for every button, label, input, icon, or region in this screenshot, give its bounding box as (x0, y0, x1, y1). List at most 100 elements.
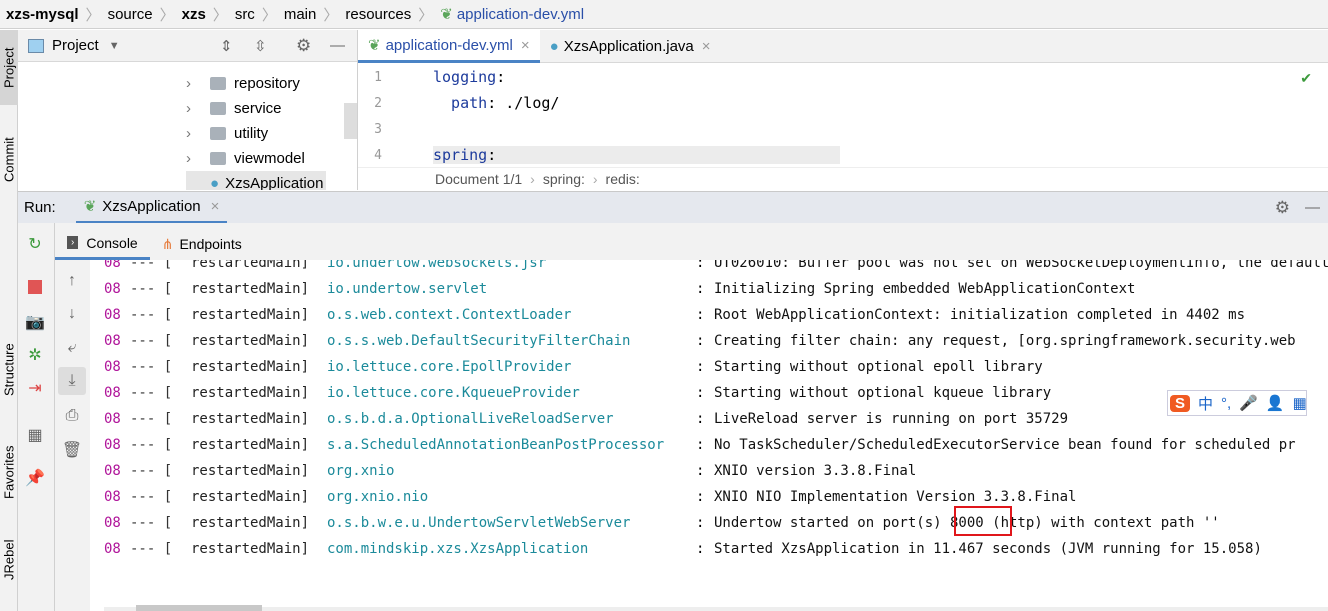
doc-crumb[interactable]: spring: (543, 171, 585, 187)
log-sep: --- [ (130, 463, 173, 479)
project-panel: Project ▼ ⇕ ⇳ ⚙ — › repository › service ›… (18, 30, 358, 190)
crumb-project[interactable]: xzs-mysql (6, 6, 79, 23)
chevron-right-icon[interactable]: › (186, 125, 198, 142)
log-thread: restartedMain] (191, 515, 310, 531)
tool-project[interactable]: Project (0, 30, 18, 105)
close-icon[interactable]: × (702, 38, 711, 55)
debug-icon[interactable]: ✲ (24, 344, 46, 366)
log-line: 08 --- [restartedMain] io.undertow.websock… (90, 260, 1328, 276)
doc-crumb[interactable]: Document 1/1 (435, 171, 522, 187)
rerun-icon[interactable]: ↻ (24, 233, 46, 255)
chevron-right-icon[interactable]: › (186, 150, 198, 167)
layout-icon[interactable]: ▦ (24, 424, 46, 446)
doc-crumb[interactable]: redis: (606, 171, 640, 187)
tool-commit[interactable]: Commit (0, 120, 18, 200)
close-icon[interactable]: × (211, 198, 220, 215)
crumb-src[interactable]: src (235, 6, 255, 23)
arrow-down-icon[interactable]: ↓ (61, 303, 83, 325)
crumb-xzs[interactable]: xzs (182, 6, 206, 23)
tab-application-dev-yml[interactable]: ❦ application-dev.yml × (358, 30, 540, 63)
log-message: Starting without optional epoll library (714, 359, 1043, 375)
soft-wrap-icon[interactable]: ⤶ (61, 337, 83, 359)
log-sep: --- [ (130, 437, 173, 453)
close-icon[interactable]: × (521, 37, 530, 54)
crumb-source[interactable]: source (108, 6, 153, 23)
log-thread: restartedMain] (191, 359, 310, 375)
stop-icon[interactable] (24, 276, 46, 298)
check-icon: ✔ (1300, 70, 1312, 86)
sogou-logo-icon: S (1170, 394, 1191, 412)
log-thread: restartedMain] (191, 463, 310, 479)
line-number: 4 (374, 148, 382, 163)
log-sep: --- [ (130, 541, 173, 557)
log-line: 08 --- [restartedMain] com.mindskip.xzs.Xz… (90, 536, 1328, 562)
tab-endpoints[interactable]: ⋔ Endpoints (150, 228, 254, 260)
expand-all-icon[interactable]: ⇕ (220, 37, 233, 55)
log-line: 08 --- [restartedMain] io.lettuce.core.Epo… (90, 354, 1328, 380)
tree-item-xzsapplication[interactable]: ● XzsApplication (186, 171, 326, 190)
arrow-up-icon[interactable]: ↑ (61, 270, 83, 292)
grid-icon[interactable]: ▦ (1293, 394, 1307, 412)
log-message: XNIO NIO Implementation Version 3.3.8.Fi… (714, 489, 1077, 505)
log-pid: 08 (104, 385, 121, 401)
log-line: 08 --- [restartedMain] o.s.b.d.a.OptionalL… (90, 406, 1328, 432)
log-thread: restartedMain] (191, 281, 310, 297)
tab-xzsapplication-java[interactable]: ● XzsApplication.java × (540, 30, 721, 63)
code-line: logging: (433, 68, 506, 86)
yaml-icon: ❦ (440, 6, 453, 23)
gear-icon[interactable]: ⚙ (1275, 198, 1290, 218)
print-icon[interactable]: ⎙ (61, 405, 83, 427)
chevron-right-icon[interactable]: › (186, 100, 198, 117)
horizontal-scrollbar[interactable] (104, 605, 1328, 611)
minimize-icon[interactable]: — (1305, 199, 1320, 216)
chevron-down-icon[interactable]: ▼ (109, 40, 120, 52)
crumb-main[interactable]: main (284, 6, 317, 23)
tab-console[interactable]: › Console (55, 228, 150, 260)
project-scrollbar[interactable] (344, 103, 357, 139)
crumb-file[interactable]: application-dev.yml (457, 6, 584, 23)
chevron-right-icon[interactable]: › (186, 75, 198, 92)
log-message: Starting without optional kqueue library (714, 385, 1052, 401)
minimize-icon[interactable]: — (330, 37, 345, 54)
exit-icon[interactable]: ⇥ (24, 377, 46, 399)
crumb-resources[interactable]: resources (345, 6, 411, 23)
project-view-select[interactable]: Project (52, 37, 99, 54)
tree-item-viewmodel[interactable]: › viewmodel (186, 146, 305, 171)
gear-icon[interactable]: ⚙ (296, 36, 311, 56)
console-output[interactable]: 08 --- [restartedMain] io.undertow.websock… (90, 260, 1328, 611)
log-thread: restartedMain] (191, 489, 310, 505)
log-logger: o.s.s.web.DefaultSecurityFilterChain (327, 333, 631, 349)
breadcrumb: xzs-mysql 〉 source 〉 xzs 〉 src 〉 main 〉 resou… (0, 0, 1328, 29)
tool-structure[interactable]: Structure (0, 325, 18, 415)
scroll-to-end-icon[interactable]: ⤓ (58, 367, 86, 395)
tree-item-service[interactable]: › service (186, 96, 282, 121)
log-pid: 08 (104, 333, 121, 349)
log-thread: restartedMain] (191, 260, 310, 271)
log-line: 08 --- [restartedMain] s.a.ScheduledAnnota… (90, 432, 1328, 458)
tree-item-utility[interactable]: › utility (186, 121, 268, 146)
pin-icon[interactable]: 📌 (24, 467, 46, 489)
user-icon[interactable]: 👤 (1266, 394, 1285, 412)
camera-icon[interactable]: 📷 (24, 311, 46, 333)
log-sep: --- [ (130, 333, 173, 349)
trash-icon[interactable]: 🗑 (61, 439, 83, 461)
log-logger: o.s.web.context.ContextLoader (327, 307, 572, 323)
console-icon: › (67, 236, 79, 249)
folder-icon (210, 152, 226, 165)
tool-jrebel[interactable]: JRebel (0, 525, 18, 595)
microphone-icon[interactable]: 🎤 (1239, 394, 1258, 412)
log-logger: s.a.ScheduledAnnotationBeanPostProcessor (327, 437, 665, 453)
ime-punct[interactable]: °, (1221, 395, 1231, 412)
folder-icon (210, 127, 226, 140)
ime-lang[interactable]: 中 (1198, 393, 1213, 414)
tree-label: viewmodel (234, 150, 305, 167)
tree-label: XzsApplication (225, 175, 324, 190)
tool-favorites[interactable]: Favorites (0, 430, 18, 515)
log-line: 08 --- [restartedMain] o.s.web.context.Con… (90, 302, 1328, 328)
run-tab-xzsapplication[interactable]: ❦ XzsApplication × (75, 192, 228, 224)
tree-item-repository[interactable]: › repository (186, 71, 300, 96)
ime-toolbar[interactable]: S 中 °, 🎤 👤 ▦ (1167, 390, 1307, 416)
log-pid: 08 (104, 541, 121, 557)
log-pid: 08 (104, 260, 121, 271)
collapse-all-icon[interactable]: ⇳ (254, 37, 267, 55)
